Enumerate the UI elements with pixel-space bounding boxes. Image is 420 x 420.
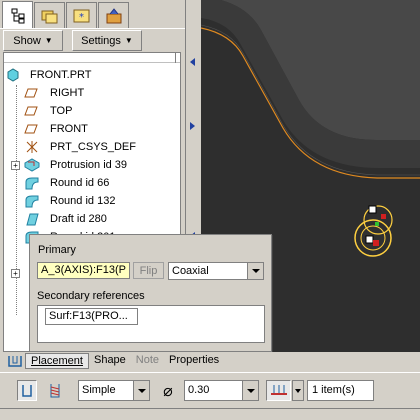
expand-toggle[interactable]: +: [11, 161, 20, 170]
tree-item-label: FRONT: [50, 123, 88, 135]
csys-icon: [26, 141, 38, 153]
item-count-field: 1 item(s): [307, 380, 374, 401]
round-icon: [25, 177, 39, 190]
round-icon: [25, 195, 39, 208]
tree-item-label: PRT_CSYS_DEF: [50, 141, 136, 153]
expand-toggle[interactable]: +: [11, 269, 20, 278]
show-label: Show: [13, 34, 41, 47]
favorites-tab[interactable]: *: [66, 2, 97, 28]
chevron-down-icon[interactable]: [133, 381, 149, 400]
folder-browser-icon: [41, 10, 57, 23]
tree-item-draft[interactable]: Draft id 280: [24, 210, 107, 228]
secondary-references-list[interactable]: Surf:F13(PRO...: [37, 305, 265, 343]
chevron-down-icon[interactable]: [247, 263, 263, 279]
diameter-input[interactable]: 0.30: [184, 380, 259, 401]
protrusion-icon: [24, 158, 40, 172]
tree-item-right[interactable]: RIGHT: [24, 84, 84, 102]
tree-item-label: Round id 66: [50, 177, 110, 189]
tree-item-label: Draft id 280: [50, 213, 107, 225]
folder-browser-tab[interactable]: [34, 2, 65, 28]
straight-hole-button[interactable]: [17, 380, 37, 401]
drag-handle-red: [373, 240, 379, 246]
favorites-icon: *: [73, 9, 89, 23]
chevron-down-icon: ▼: [124, 36, 133, 45]
dashboard-tabs: Placement Shape Note Properties: [0, 352, 420, 370]
show-menu-button[interactable]: Show ▼: [3, 30, 63, 51]
navigator-tab-strip: *: [0, 0, 185, 29]
drag-handle-red: [381, 214, 386, 219]
depth-blind-icon: [270, 384, 287, 395]
depth-option-button[interactable]: [266, 380, 291, 401]
tree-item-label: Protrusion id 39: [50, 159, 128, 171]
draft-icon: [26, 213, 39, 226]
tree-item-label: TOP: [50, 105, 73, 117]
tree-item-top[interactable]: TOP: [24, 102, 72, 120]
chevron-down-icon[interactable]: [242, 381, 258, 400]
tab-shape[interactable]: Shape: [89, 353, 131, 369]
hole-feature-icon: [7, 354, 23, 368]
secondary-references-label: Secondary references: [37, 290, 145, 302]
hole-profile-value: Simple: [82, 384, 116, 396]
tree-item-csys[interactable]: PRT_CSYS_DEF: [24, 138, 136, 156]
tree-root-label: FRONT.PRT: [30, 69, 92, 81]
status-bar: [0, 408, 420, 420]
placement-type-value: Coaxial: [172, 265, 209, 277]
svg-text:*: *: [79, 12, 84, 23]
hole-profile-select[interactable]: Simple: [78, 380, 150, 401]
datum-plane-icon: [24, 124, 38, 134]
chevron-down-icon[interactable]: [292, 380, 304, 401]
expand-right-arrow-icon[interactable]: [190, 122, 195, 130]
tree-item-protrusion[interactable]: Protrusion id 39: [24, 156, 127, 174]
tab-placement[interactable]: Placement: [25, 353, 89, 369]
chevron-down-icon: ▼: [44, 36, 53, 45]
datum-plane-icon: [24, 88, 38, 98]
dashboard-controls: Simple ⌀ 0.30 1 item(s): [0, 372, 420, 408]
tree-connector-line: [16, 85, 17, 315]
primary-reference-field[interactable]: A_3(AXIS):F13(P: [37, 262, 130, 279]
tree-item-front[interactable]: FRONT: [24, 120, 88, 138]
connections-icon: [106, 7, 121, 23]
navigator-toolbar: Show ▼ Settings ▼: [0, 28, 185, 52]
primary-label: Primary: [38, 244, 76, 256]
standard-hole-button[interactable]: [45, 380, 65, 401]
tree-item-round-66[interactable]: Round id 66: [24, 174, 109, 192]
connections-tab[interactable]: [98, 2, 129, 28]
drag-handle-white: [365, 235, 374, 244]
part-icon: [7, 68, 19, 82]
tree-item-round-132[interactable]: Round id 132: [24, 192, 115, 210]
tab-note[interactable]: Note: [131, 353, 164, 369]
tree-root[interactable]: FRONT.PRT: [6, 66, 92, 84]
datum-plane-icon: [24, 106, 38, 116]
tree-item-label: Round id 132: [50, 195, 116, 207]
flip-button[interactable]: Flip: [133, 262, 164, 279]
placement-type-select[interactable]: Coaxial: [168, 262, 264, 280]
secondary-reference-item[interactable]: Surf:F13(PRO...: [45, 308, 138, 325]
diameter-icon: ⌀: [163, 382, 173, 400]
settings-menu-button[interactable]: Settings ▼: [72, 30, 142, 51]
tree-item-label: RIGHT: [50, 87, 85, 99]
placement-panel: Primary A_3(AXIS):F13(P Flip Coaxial Sec…: [29, 234, 272, 352]
threaded-hole-icon: [50, 383, 60, 397]
tree-column-header: [4, 53, 180, 63]
drag-handle-green: [375, 222, 379, 226]
tab-properties[interactable]: Properties: [164, 353, 224, 369]
diameter-value: 0.30: [188, 384, 210, 396]
model-tree-tab[interactable]: [2, 1, 33, 29]
settings-label: Settings: [81, 34, 121, 47]
drag-handle-white: [368, 205, 377, 214]
model-tree-icon: [11, 8, 24, 23]
straight-hole-icon: [22, 384, 32, 397]
collapse-left-arrow-icon[interactable]: [190, 58, 195, 66]
